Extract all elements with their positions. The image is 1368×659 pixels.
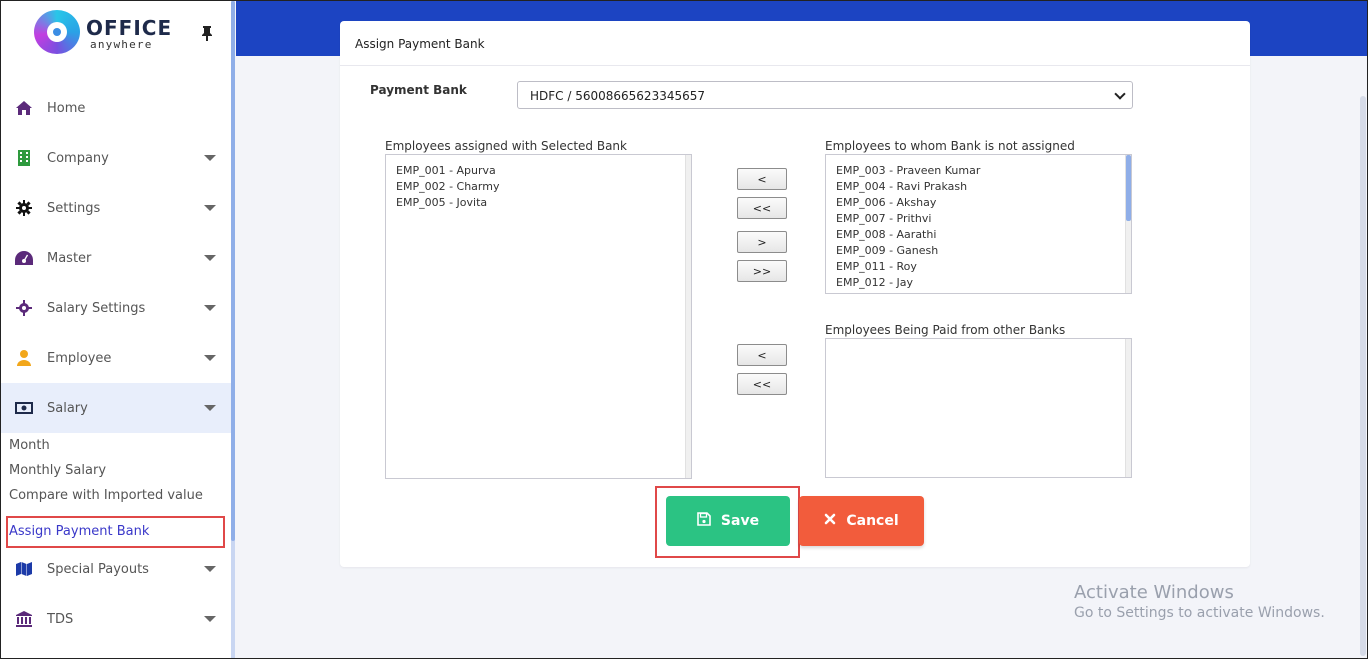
- gear-icon: [15, 199, 33, 217]
- unassigned-employees-list[interactable]: EMP_003 - Praveen Kumar EMP_004 - Ravi P…: [825, 154, 1132, 294]
- page-scrollbar[interactable]: [1359, 56, 1367, 656]
- bank-icon: [15, 610, 33, 628]
- move-right-button[interactable]: >: [737, 231, 787, 253]
- sidebar-item-special-payouts[interactable]: Special Payouts: [1, 544, 231, 594]
- payment-bank-value: HDFC / 56008665623345657: [530, 89, 706, 103]
- home-icon: [15, 99, 33, 117]
- sidebar-item-master[interactable]: Master: [1, 233, 231, 283]
- user-icon: [15, 349, 33, 367]
- cancel-button-label: Cancel: [846, 513, 899, 529]
- list-item[interactable]: EMP_007 - Prithvi: [836, 212, 931, 225]
- other-banks-list-label: Employees Being Paid from other Banks: [825, 323, 1066, 337]
- sidebar-scrollbar[interactable]: [231, 1, 235, 658]
- chevron-down-icon: [204, 566, 216, 572]
- list-item[interactable]: EMP_002 - Charmy: [396, 180, 499, 193]
- sidebar-item-home[interactable]: Home: [1, 83, 231, 133]
- pin-icon[interactable]: [201, 25, 213, 45]
- logo-text-top: OFFICE: [86, 16, 173, 40]
- map-icon: [15, 560, 33, 578]
- activate-windows-watermark: Activate Windows Go to Settings to activ…: [1074, 582, 1325, 621]
- sidebar-item-label: Master: [47, 250, 92, 266]
- unassigned-list-label: Employees to whom Bank is not assigned: [825, 139, 1075, 153]
- page-scrollbar-thumb[interactable]: [1360, 96, 1366, 656]
- list-scrollbar[interactable]: [1125, 339, 1131, 477]
- card-title: Assign Payment Bank: [355, 37, 485, 51]
- watermark-title: Activate Windows: [1074, 582, 1234, 603]
- submenu-item-assign-payment-bank[interactable]: Assign Payment Bank: [9, 524, 149, 539]
- submenu-item-month[interactable]: Month: [9, 438, 50, 453]
- chevron-down-icon: [204, 355, 216, 361]
- save-button-label: Save: [720, 513, 760, 529]
- list-item[interactable]: EMP_008 - Aarathi: [836, 228, 936, 241]
- list-item[interactable]: EMP_012 - Jay: [836, 276, 913, 289]
- list-item[interactable]: EMP_011 - Roy: [836, 260, 917, 273]
- submenu-item-monthly-salary[interactable]: Monthly Salary: [9, 463, 106, 478]
- sidebar-item-label: Employee: [47, 350, 112, 366]
- chevron-down-icon: [204, 405, 216, 411]
- sidebar-item-label: Salary Settings: [47, 300, 146, 316]
- sidebar-item-salary[interactable]: Salary: [1, 383, 231, 433]
- sidebar-item-label: Home: [47, 100, 86, 116]
- sidebar-item-label: Special Payouts: [47, 561, 149, 577]
- sidebar-item-label: TDS: [47, 611, 74, 627]
- list-item[interactable]: EMP_004 - Ravi Prakash: [836, 180, 967, 193]
- chevron-down-icon: [204, 255, 216, 261]
- submenu-item-compare-imported[interactable]: Compare with Imported value: [9, 488, 203, 503]
- payment-bank-select[interactable]: HDFC / 56008665623345657: [517, 81, 1133, 109]
- chevron-down-icon: [204, 155, 216, 161]
- move-all-right-button[interactable]: >>: [737, 260, 787, 282]
- sidebar-item-company[interactable]: Company: [1, 133, 231, 183]
- money-icon: [15, 399, 33, 417]
- sidebar-item-salary-settings[interactable]: Salary Settings: [1, 283, 231, 333]
- other-banks-employees-list[interactable]: [825, 338, 1132, 478]
- watermark-subtitle: Go to Settings to activate Windows.: [1074, 605, 1325, 621]
- assigned-list-label: Employees assigned with Selected Bank: [385, 139, 627, 153]
- sidebar-item-label: Company: [47, 150, 109, 166]
- logo-mark-icon: [34, 10, 80, 54]
- other-move-all-left-button[interactable]: <<: [737, 373, 787, 395]
- move-all-left-button[interactable]: <<: [737, 197, 787, 219]
- building-icon: [15, 149, 33, 167]
- assigned-employees-list[interactable]: EMP_001 - Apurva EMP_002 - Charmy EMP_00…: [385, 154, 692, 479]
- sidebar-scrollbar-thumb[interactable]: [231, 1, 235, 541]
- cancel-button[interactable]: Cancel: [799, 496, 924, 546]
- sidebar-item-settings[interactable]: Settings: [1, 183, 231, 233]
- chevron-down-icon: [204, 616, 216, 622]
- sidebar-item-label: Salary: [47, 400, 88, 416]
- save-icon: [697, 512, 711, 530]
- list-scrollbar-thumb[interactable]: [1126, 155, 1131, 221]
- app-logo[interactable]: OFFICE anywhere: [34, 10, 174, 54]
- list-scrollbar[interactable]: [1125, 155, 1131, 293]
- list-scrollbar[interactable]: [685, 155, 691, 478]
- list-item[interactable]: EMP_001 - Apurva: [396, 164, 496, 177]
- list-item[interactable]: EMP_003 - Praveen Kumar: [836, 164, 980, 177]
- sidebar-item-tds[interactable]: TDS: [1, 594, 231, 644]
- chevron-down-icon: [204, 205, 216, 211]
- close-icon: [824, 513, 836, 529]
- move-left-button[interactable]: <: [737, 168, 787, 190]
- divider: [340, 65, 1250, 66]
- other-move-left-button[interactable]: <: [737, 344, 787, 366]
- payment-bank-label: Payment Bank: [370, 83, 467, 97]
- chevron-down-icon: [204, 305, 216, 311]
- logo-text-bottom: anywhere: [90, 38, 153, 51]
- chevron-down-icon: [1114, 88, 1126, 100]
- sidebar-item-label: Settings: [47, 200, 101, 216]
- dashboard-icon: [15, 249, 33, 267]
- sidebar: OFFICE anywhere Home Company Settings Ma…: [1, 1, 231, 658]
- save-button[interactable]: Save: [666, 496, 790, 546]
- cog-icon: [15, 299, 33, 317]
- list-item[interactable]: EMP_009 - Ganesh: [836, 244, 938, 257]
- sidebar-item-employee[interactable]: Employee: [1, 333, 231, 383]
- list-item[interactable]: EMP_006 - Akshay: [836, 196, 936, 209]
- assign-payment-bank-card: Assign Payment Bank Payment Bank HDFC / …: [340, 21, 1250, 567]
- list-item[interactable]: EMP_005 - Jovita: [396, 196, 487, 209]
